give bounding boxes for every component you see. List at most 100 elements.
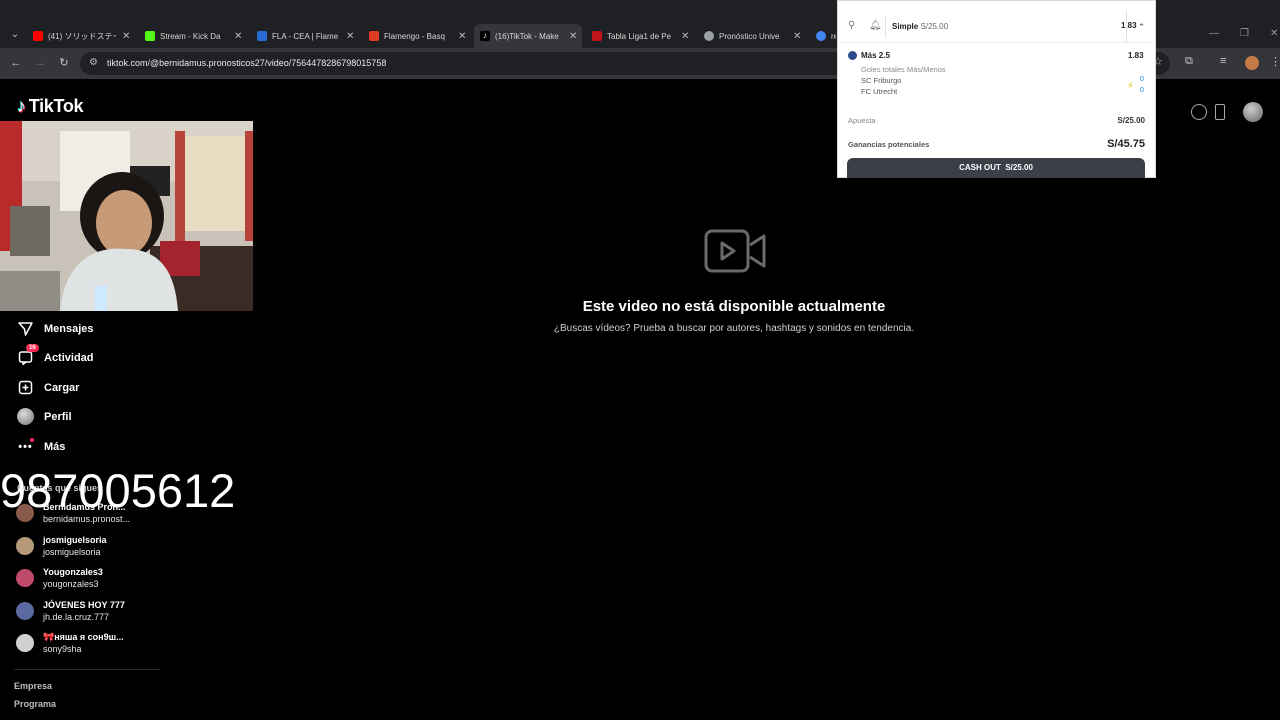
site-icon [257, 31, 267, 41]
browser-tab[interactable]: (41) ソリッドステート ✕ [27, 24, 135, 48]
upload-icon [17, 379, 34, 396]
following-account[interactable]: Bernidamus Pron... bernidamus.pronost... [16, 501, 130, 525]
tab-title: FLA - CEA | Flame [272, 31, 339, 41]
account-handle: josmiguelsoria [43, 547, 101, 557]
home-team: SC Friburgo [861, 76, 902, 85]
close-icon[interactable]: ✕ [122, 31, 130, 42]
menu-kebab-icon[interactable]: ⋮ [1270, 55, 1280, 68]
tab-title: (41) ソリッドステート [48, 31, 116, 41]
footer-link[interactable]: Programa [14, 699, 56, 709]
following-account[interactable]: JÓVENES HOY 777 jh.de.la.cruz.777 [16, 599, 125, 623]
tiktok-logo[interactable]: ♪ TikTok [17, 96, 84, 117]
user-avatar[interactable] [1243, 102, 1263, 122]
notification-dot [30, 438, 34, 442]
cash-out-label: CASH OUT [959, 163, 1001, 172]
nav-label: Más [44, 440, 66, 453]
footer-link[interactable]: Empresa [14, 681, 52, 691]
cash-out-button[interactable]: CASH OUT S/25.00 [847, 158, 1145, 178]
avatar [16, 569, 34, 587]
webcam-overlay [0, 121, 253, 311]
browser-tab[interactable]: Pronóstico Unive ✕ [698, 24, 806, 48]
following-account[interactable]: 🎀няша я сон9ш... sony9sha [16, 631, 124, 655]
forward-icon[interactable]: → [32, 55, 48, 71]
tab-title: Flamengo - Basq [384, 31, 445, 41]
account-name: 🎀няша я сон9ш... [43, 632, 124, 642]
browser-tab[interactable]: Tabla Liga1 de Pe ✕ [586, 24, 694, 48]
account-handle: sony9sha [43, 644, 82, 654]
cash-out-value: S/25.00 [1005, 163, 1033, 172]
stake-value: S/25.00 [1117, 116, 1145, 125]
nav-activity[interactable]: 16 Actividad [17, 344, 94, 366]
avatar [16, 602, 34, 620]
back-icon[interactable]: ← [8, 55, 24, 71]
avatar [16, 634, 34, 652]
close-window-icon[interactable]: ✕ [1270, 28, 1278, 39]
chevron-up-icon[interactable]: ⌃ [1126, 11, 1156, 43]
profile-avatar-icon[interactable] [1245, 56, 1259, 70]
stake-label: Apuesta [848, 116, 876, 125]
video-unavailable-title: Este video no está disponible actualment… [582, 298, 886, 315]
bet-header-stake: S/25.00 [920, 22, 949, 31]
globe-icon [704, 31, 714, 41]
account-name: josmiguelsoria [43, 535, 107, 545]
compass-icon[interactable] [1191, 104, 1207, 120]
close-icon[interactable]: ✕ [346, 31, 354, 42]
browser-tab-active[interactable]: ♪ (16)TikTok - Make ✕ [474, 24, 582, 48]
tiktok-note-icon: ♪ [17, 96, 26, 116]
site-icon [369, 31, 379, 41]
tab-search-chevron-icon[interactable]: ⌄ [6, 26, 24, 44]
browser-tab[interactable]: Flamengo - Basq ✕ [363, 24, 471, 48]
potential-winnings-value: S/45.75 [1107, 138, 1145, 150]
selection-market: Más 2.5 [861, 51, 890, 60]
away-score: 0 [1140, 87, 1144, 94]
account-name: Yougonzales3 [43, 567, 103, 577]
phone-device-icon[interactable] [1215, 104, 1225, 120]
account-name: Bernidamus Pron... [43, 502, 126, 512]
more-icon: ••• [17, 438, 34, 455]
close-icon[interactable]: ✕ [234, 31, 242, 42]
kick-icon [145, 31, 155, 41]
away-team: FC Utrecht [861, 87, 898, 96]
bell-icon[interactable]: 🔔︎ [869, 20, 882, 31]
inbox-icon: 16 [17, 344, 39, 366]
close-icon[interactable]: ✕ [793, 31, 801, 42]
minimize-icon[interactable]: — [1209, 28, 1219, 39]
avatar [16, 504, 34, 522]
sidebar-divider [14, 669, 160, 670]
nav-upload[interactable]: Cargar [17, 379, 79, 396]
bet-slip-header: ⚲ 🔔︎ Simple S/25.00 1.83 ⌃ [838, 11, 1156, 43]
browser-tab[interactable]: FLA - CEA | Flame ✕ [251, 24, 359, 48]
brand-name: TikTok [28, 96, 84, 116]
selection-odds: 1.83 [1128, 51, 1144, 60]
youtube-icon [33, 31, 43, 41]
following-account[interactable]: josmiguelsoria josmiguelsoria [16, 534, 107, 558]
tiktok-icon: ♪ [480, 31, 490, 41]
activity-badge: 16 [26, 344, 39, 352]
site-icon [592, 31, 602, 41]
close-icon[interactable]: ✕ [681, 31, 689, 42]
nav-label: Perfil [44, 410, 72, 423]
browser-tab[interactable]: re [810, 24, 836, 48]
potential-winnings-label: Ganancias potenciales [848, 140, 930, 149]
close-icon[interactable]: ✕ [458, 31, 466, 42]
nav-label: Actividad [44, 351, 94, 364]
tab-title: Stream - Kick Da [160, 31, 221, 41]
extensions-icon[interactable]: ⧉ [1185, 55, 1193, 68]
reading-list-icon[interactable]: ≡ [1220, 55, 1226, 67]
following-account[interactable]: Yougonzales3 yougonzales3 [16, 566, 103, 590]
reload-icon[interactable]: ↻ [56, 55, 72, 71]
pin-icon[interactable]: ⚲ [848, 20, 855, 31]
browser-tab[interactable]: Stream - Kick Da ✕ [139, 24, 247, 48]
restore-icon[interactable]: ❐ [1240, 28, 1249, 39]
market-type: Goles totales Más/Menos [861, 65, 946, 74]
separator [885, 16, 886, 38]
bet-slip-overlay: ⚲ 🔔︎ Simple S/25.00 1.83 ⌃ Más 2.5 1.83 … [837, 0, 1156, 178]
video-unavailable-subtitle: ¿Buscas vídeos? Prueba a buscar por auto… [553, 323, 915, 334]
nav-profile[interactable]: Perfil [17, 408, 72, 425]
close-icon[interactable]: ✕ [569, 31, 577, 42]
account-name: JÓVENES HOY 777 [43, 600, 125, 610]
google-icon [816, 31, 826, 41]
nav-label: Cargar [44, 381, 80, 394]
nav-more[interactable]: ••• Más [17, 438, 65, 455]
site-info-icon[interactable]: ⚙ [89, 57, 98, 68]
